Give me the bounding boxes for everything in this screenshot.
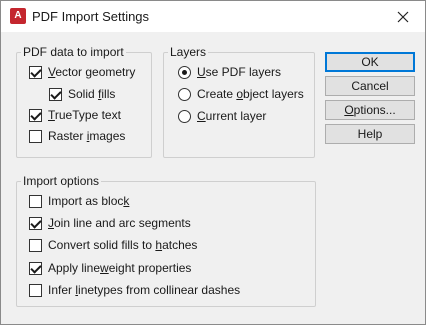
pdf-data-group-label: PDF data to import bbox=[21, 45, 126, 59]
current-layer-radio[interactable]: Current layer bbox=[178, 108, 266, 124]
cancel-button[interactable]: Cancel bbox=[325, 76, 415, 96]
join-segments-checkbox[interactable]: Join line and arc segments bbox=[29, 215, 191, 231]
convert-fills-checkbox[interactable]: Convert solid fills to hatches bbox=[29, 237, 197, 253]
checkbox-box bbox=[29, 194, 42, 208]
solid-fills-checkbox[interactable]: Solid fills bbox=[49, 86, 115, 102]
solid-fills-label: Solid fills bbox=[68, 87, 116, 101]
help-button[interactable]: Help bbox=[325, 124, 415, 144]
layers-group-label: Layers bbox=[168, 45, 209, 59]
dialog-title: PDF Import Settings bbox=[32, 9, 150, 24]
autocad-app-icon: A bbox=[10, 8, 26, 24]
join-segments-label: Join line and arc segments bbox=[48, 216, 191, 230]
apply-lineweight-checkbox[interactable]: Apply lineweight properties bbox=[29, 260, 191, 276]
options-label-post: ptions... bbox=[353, 103, 396, 117]
checkbox-box bbox=[29, 108, 42, 122]
current-layer-label: Current layer bbox=[197, 109, 267, 123]
ok-button[interactable]: OK bbox=[325, 52, 415, 72]
create-object-layers-radio[interactable]: Create object layers bbox=[178, 86, 304, 102]
radio-circle bbox=[178, 109, 191, 123]
use-pdf-layers-label: Use PDF layers bbox=[197, 65, 282, 79]
import-options-group-label: Import options bbox=[21, 174, 102, 188]
apply-lineweight-label: Apply lineweight properties bbox=[48, 261, 192, 275]
vector-geometry-checkbox[interactable]: Vector geometry bbox=[29, 64, 135, 80]
checkbox-box bbox=[29, 261, 42, 275]
convert-fills-label: Convert solid fills to hatches bbox=[48, 238, 198, 252]
use-pdf-layers-radio[interactable]: Use PDF layers bbox=[178, 64, 281, 80]
create-object-layers-label: Create object layers bbox=[197, 87, 304, 101]
truetype-text-label: TrueType text bbox=[48, 108, 121, 122]
checkbox-box bbox=[29, 216, 42, 230]
truetype-text-checkbox[interactable]: TrueType text bbox=[29, 107, 121, 123]
options-button[interactable]: Options... bbox=[325, 100, 415, 120]
checkbox-box bbox=[29, 238, 42, 252]
close-button[interactable] bbox=[381, 1, 425, 32]
radio-circle bbox=[178, 87, 191, 101]
infer-linetypes-label: Infer linetypes from collinear dashes bbox=[48, 283, 241, 297]
close-icon bbox=[397, 11, 409, 22]
checkbox-box bbox=[49, 87, 62, 101]
vector-geometry-label: Vector geometry bbox=[48, 65, 136, 79]
checkbox-box bbox=[29, 283, 42, 297]
import-as-block-checkbox[interactable]: Import as block bbox=[29, 193, 129, 209]
checkbox-box bbox=[29, 129, 42, 143]
raster-images-label: Raster images bbox=[48, 129, 126, 143]
raster-images-checkbox[interactable]: Raster images bbox=[29, 128, 125, 144]
infer-linetypes-checkbox[interactable]: Infer linetypes from collinear dashes bbox=[29, 282, 240, 298]
dialog-window: A PDF Import Settings PDF data to import… bbox=[0, 0, 426, 325]
radio-circle bbox=[178, 65, 191, 79]
options-label-accel: O bbox=[344, 103, 354, 117]
title-bar: A PDF Import Settings bbox=[1, 1, 425, 32]
checkbox-box bbox=[29, 65, 42, 79]
import-as-block-label: Import as block bbox=[48, 194, 130, 208]
